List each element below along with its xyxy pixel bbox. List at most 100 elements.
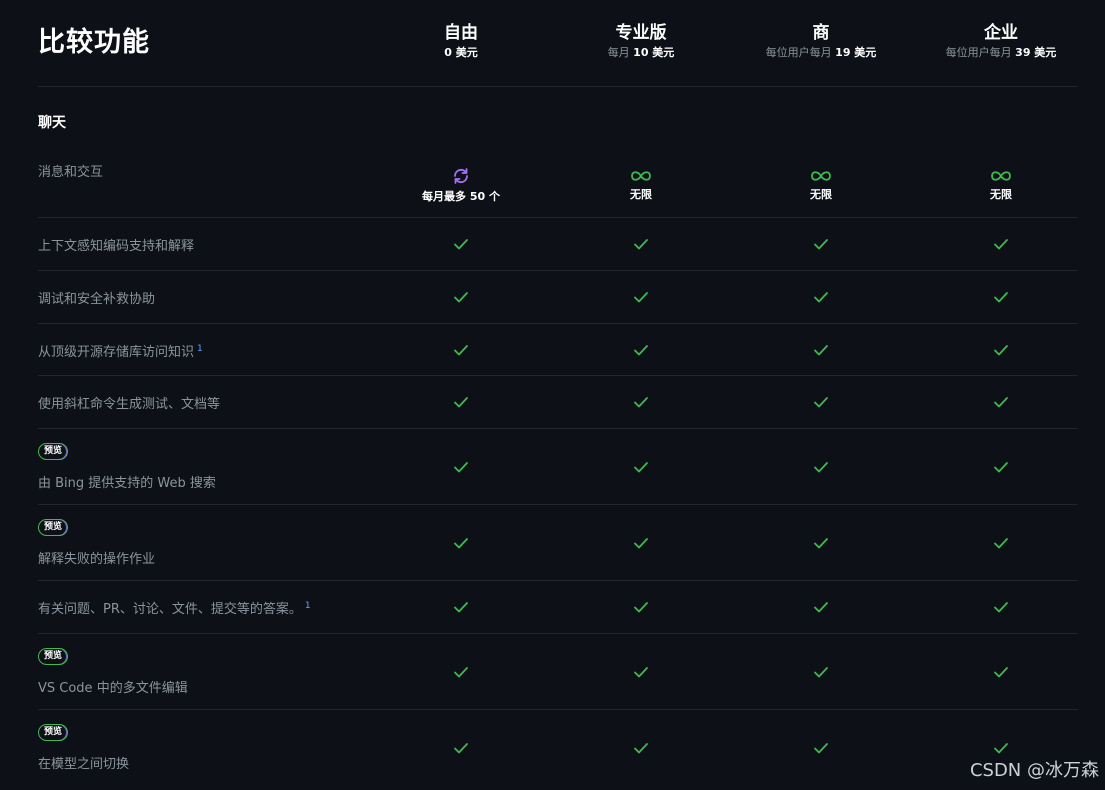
check-icon [551, 459, 731, 475]
check-icon [731, 599, 911, 615]
feature-cell: 预览由 Bing 提供支持的 Web 搜索 [38, 442, 216, 491]
check-icon [911, 740, 1091, 756]
feature-table: 消息和交互 每月最多 50 个 无限 无限 无限 上下文感知编码支持和解释 调试和安全补救协… [38, 153, 1078, 785]
feature-label: 从顶级开源存储库访问知识 [38, 345, 195, 360]
compare-features-page: 比较功能 自由 0 美元 专业版 每月 10 美元商每位用户每月 19 美元 企业 每位用… [38, 0, 1078, 785]
feature-label: VS Code 中的多文件编辑 [38, 681, 188, 696]
feature-label: 在模型之间切换 [38, 757, 130, 772]
plan-value-cell [371, 459, 551, 475]
check-icon [371, 535, 551, 551]
plan-column-header: 专业版 每月 10 美元 [551, 22, 731, 62]
plan-value-cell [911, 236, 1091, 252]
plan-value-cell [371, 236, 551, 252]
feature-label: 消息和交互 [38, 165, 104, 180]
plan-price-amount: 0 美元 [444, 46, 478, 59]
plan-value-cell [911, 289, 1091, 305]
check-icon [731, 740, 911, 756]
plan-value-cell: 每月最多 50 个 [371, 167, 551, 204]
plan-value-cell [911, 394, 1091, 410]
check-icon [731, 289, 911, 305]
plan-value-cell [371, 289, 551, 305]
page-title: 比较功能 [38, 27, 150, 58]
check-icon [551, 535, 731, 551]
check-icon [911, 459, 1091, 475]
table-row: 预览由 Bing 提供支持的 Web 搜索 [38, 429, 1078, 505]
feature-cell: 预览 在模型之间切换 [38, 723, 129, 772]
check-icon [551, 236, 731, 252]
plan-value-cell [731, 599, 911, 615]
feature-label: 调试和安全补救协助 [38, 292, 156, 307]
plan-name: 商 [812, 23, 830, 43]
check-icon [551, 740, 731, 756]
feature-label: 使用斜杠命令生成测试、文档等 [38, 397, 221, 412]
plan-value-cell [731, 459, 911, 475]
check-icon [911, 664, 1091, 680]
table-row: 消息和交互 每月最多 50 个 无限 无限 无限 [38, 153, 1078, 218]
table-row: 使用斜杠命令生成测试、文档等 [38, 376, 1078, 429]
plan-value-cell [911, 740, 1091, 756]
check-icon [551, 599, 731, 615]
footnote-link[interactable]: 1 [305, 601, 311, 611]
preview-badge: 预览 [38, 648, 69, 665]
plan-value-cell [551, 342, 731, 358]
footnote-link[interactable]: 1 [197, 344, 203, 354]
plan-value-cell [731, 289, 911, 305]
preview-badge: 预览 [38, 519, 69, 536]
check-icon [911, 236, 1091, 252]
plan-value-cell [731, 740, 911, 756]
plan-column-header: 商每位用户每月 19 美元 [731, 22, 911, 62]
plan-value-cell [551, 740, 731, 756]
feature-label: 解释失败的操作作业 [38, 552, 156, 567]
check-icon [371, 459, 551, 475]
plan-price: 每位用户每月 39 美元 [911, 44, 1091, 62]
plan-value-cell [551, 236, 731, 252]
check-icon [551, 394, 731, 410]
plan-price-prefix: 每位用户每月 [765, 46, 836, 59]
check-icon [371, 236, 551, 252]
table-row: 从顶级开源存储库访问知识 1 [38, 324, 1078, 376]
table-row: 预览解释失败的操作作业 [38, 505, 1078, 581]
plan-value-cell [371, 394, 551, 410]
feature-cell: 消息和交互 [38, 161, 103, 180]
plan-value-cell [371, 740, 551, 756]
plan-value-cell: 无限 [731, 169, 911, 202]
plan-value-cell [551, 664, 731, 680]
plan-price-amount: 19 美元 [835, 46, 877, 59]
refresh-icon [371, 167, 551, 185]
preview-badge: 预览 [38, 724, 69, 741]
plan-value-cell [731, 535, 911, 551]
check-icon [371, 342, 551, 358]
feature-cell: 从顶级开源存储库访问知识 1 [38, 341, 203, 360]
plan-value-label: 无限 [630, 188, 652, 201]
check-icon [371, 664, 551, 680]
table-row: 预览 在模型之间切换 [38, 710, 1078, 785]
check-icon [371, 599, 551, 615]
plan-value-cell [911, 599, 1091, 615]
check-icon [911, 394, 1091, 410]
plan-value-cell [551, 394, 731, 410]
plan-value-cell [731, 236, 911, 252]
plan-price-amount: 39 美元 [1015, 46, 1057, 59]
feature-label: 有关问题、PR、讨论、文件、提交等的答案。 [38, 602, 302, 617]
infinity-icon [911, 169, 1091, 183]
watermark: CSDN @冰万森 [969, 760, 1099, 781]
check-icon [731, 535, 911, 551]
check-icon [551, 289, 731, 305]
plan-value-cell [371, 535, 551, 551]
plan-price-prefix: 每位用户每月 [945, 46, 1016, 59]
check-icon [371, 394, 551, 410]
plan-column-header: 自由 0 美元 [371, 22, 551, 62]
plan-value-cell [911, 664, 1091, 680]
table-row: 调试和安全补救协助 [38, 271, 1078, 324]
check-icon [911, 289, 1091, 305]
check-icon [551, 664, 731, 680]
plan-price: 0 美元 [371, 44, 551, 62]
plan-name: 企业 [984, 23, 1018, 43]
table-row: 预览 VS Code 中的多文件编辑 [38, 634, 1078, 710]
check-icon [731, 394, 911, 410]
check-icon [731, 236, 911, 252]
infinity-icon [731, 169, 911, 183]
feature-cell: 有关问题、PR、讨论、文件、提交等的答案。 1 [38, 598, 311, 617]
plan-name: 自由 [444, 23, 478, 43]
infinity-icon [551, 169, 731, 183]
